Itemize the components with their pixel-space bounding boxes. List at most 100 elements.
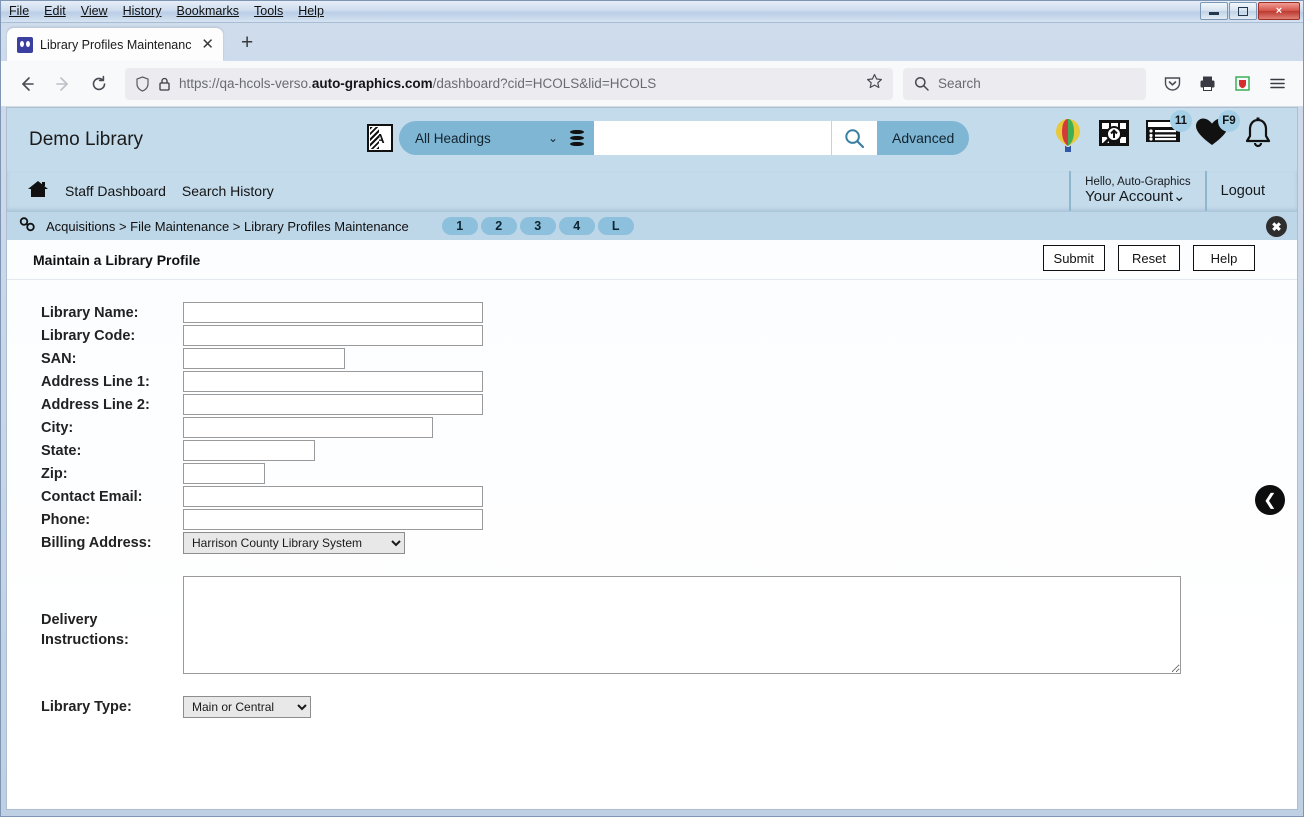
tab-library-profiles-maintenance[interactable]: Library Profiles Maintenance | H ✕: [7, 28, 223, 61]
billing-address-select[interactable]: Harrison County Library System: [183, 532, 405, 554]
your-account-link[interactable]: Your Account⌄: [1085, 188, 1190, 206]
nav-staff-dashboard[interactable]: Staff Dashboard: [65, 183, 166, 199]
breadcrumb[interactable]: Acquisitions > File Maintenance > Librar…: [46, 219, 409, 234]
list-badge: 11: [1170, 110, 1192, 132]
balloon-icon[interactable]: [1053, 117, 1083, 162]
billing-address-label: Billing Address:: [41, 535, 152, 551]
url-text: https://qa-hcols-verso.auto-graphics.com…: [179, 76, 858, 91]
city-input[interactable]: [183, 417, 433, 438]
step-pill-1[interactable]: 1: [441, 217, 478, 235]
step-pill-3[interactable]: 3: [519, 217, 556, 235]
bookmark-star-icon[interactable]: [866, 73, 883, 95]
heart-icon[interactable]: F9: [1195, 110, 1240, 152]
map-search-icon[interactable]: [1097, 117, 1131, 156]
print-button[interactable]: [1191, 68, 1223, 100]
address-line-2-input[interactable]: [183, 394, 483, 415]
step-pill-2[interactable]: 2: [480, 217, 517, 235]
logout-button[interactable]: Logout: [1204, 171, 1273, 211]
book-icon-letter: A: [375, 130, 385, 146]
menu-bookmarks[interactable]: Bookmarks: [176, 5, 239, 18]
submit-button[interactable]: Submit: [1042, 245, 1105, 271]
url-suffix: /dashboard?cid=HCOLS&lid=HCOLS: [432, 76, 657, 91]
navigation-toolbar: https://qa-hcols-verso.auto-graphics.com…: [1, 61, 1303, 107]
page-action-buttons: Submit Reset Help: [1042, 245, 1255, 271]
contact-email-input[interactable]: [183, 486, 483, 507]
menu-file-label: File: [9, 4, 30, 19]
zip-input[interactable]: [183, 463, 265, 484]
browser-search-box[interactable]: Search: [903, 67, 1146, 100]
step-pill-4[interactable]: 4: [558, 217, 595, 235]
menu-view[interactable]: View: [81, 5, 108, 18]
library-code-input[interactable]: [183, 325, 483, 346]
account-menu[interactable]: Hello, Auto-Graphics Your Account⌄: [1069, 171, 1204, 211]
menu-bar: File Edit View History Bookmarks Tools H…: [1, 5, 324, 18]
library-type-select[interactable]: Main or Central: [183, 696, 311, 718]
forward-button[interactable]: [47, 68, 79, 100]
toolbar-icons: [1156, 68, 1293, 100]
menu-file[interactable]: File: [9, 5, 29, 18]
app-header: Demo Library A All Headings ⌄ Advanced 1…: [7, 108, 1297, 171]
breadcrumb-bar: Acquisitions > File Maintenance > Librar…: [7, 211, 1297, 240]
advanced-search-button[interactable]: Advanced: [877, 121, 970, 155]
menu-tools[interactable]: Tools: [254, 5, 283, 18]
restore-button[interactable]: [1229, 2, 1257, 20]
state-label: State:: [41, 442, 82, 459]
menu-bookmarks-label: Bookmarks: [176, 4, 240, 19]
reload-button[interactable]: [83, 68, 115, 100]
url-bar[interactable]: https://qa-hcols-verso.auto-graphics.com…: [125, 67, 893, 100]
shield-icon: [136, 75, 149, 92]
catalog-search-input[interactable]: [594, 121, 831, 155]
menu-edit[interactable]: Edit: [44, 5, 66, 18]
phone-input[interactable]: [183, 509, 483, 530]
database-icon[interactable]: [570, 130, 584, 146]
back-button[interactable]: [11, 68, 43, 100]
address-line-2-label: Address Line 2:: [41, 396, 150, 413]
catalog-search-submit[interactable]: [831, 121, 877, 155]
header-icon-group: 11 F9: [1053, 110, 1273, 162]
forward-arrow-icon: [56, 76, 68, 91]
library-favicon-icon: [17, 36, 33, 53]
library-profile-form: Library Name: Library Code: SAN: Address…: [7, 280, 1297, 808]
menu-history[interactable]: History: [123, 5, 162, 18]
new-tab-button[interactable]: +: [241, 32, 253, 53]
library-name-input[interactable]: [183, 302, 483, 323]
step-pill-l[interactable]: L: [597, 217, 634, 235]
bell-icon[interactable]: [1243, 117, 1273, 154]
nav-search-history[interactable]: Search History: [182, 183, 274, 199]
book-search-icon[interactable]: A: [367, 124, 393, 152]
close-icon[interactable]: ✖: [1266, 216, 1287, 237]
app-menu-button[interactable]: [1261, 68, 1293, 100]
list-icon[interactable]: 11: [1145, 110, 1192, 150]
minimize-button[interactable]: [1200, 2, 1228, 20]
tab-close-icon[interactable]: ✕: [199, 37, 216, 52]
step-pills: 1 2 3 4 L: [441, 217, 634, 235]
address-line-1-input[interactable]: [183, 371, 483, 392]
library-name-label: Library Name:: [41, 304, 139, 321]
page-title: Maintain a Library Profile: [33, 251, 201, 268]
catalog-search-cluster: A All Headings ⌄ Advanced: [367, 121, 970, 155]
field-row-library-type: Library Type: Main or Central: [7, 696, 1297, 718]
extension-button[interactable]: [1226, 68, 1258, 100]
account-greeting: Hello, Auto-Graphics: [1085, 175, 1191, 188]
home-icon[interactable]: [27, 179, 49, 204]
state-input[interactable]: [183, 440, 315, 461]
search-scope-select[interactable]: All Headings ⌄: [399, 121, 594, 155]
close-window-button[interactable]: ×: [1258, 2, 1300, 20]
account-block: Hello, Auto-Graphics Your Account⌄ Logou…: [1069, 171, 1273, 211]
san-input[interactable]: [183, 348, 345, 369]
close-icon: ×: [1275, 5, 1283, 17]
address-line-1-label: Address Line 1:: [41, 373, 150, 390]
extension-icon: [1234, 76, 1250, 91]
field-row-city: City:: [7, 417, 1297, 438]
field-row-contact-email: Contact Email:: [7, 486, 1297, 507]
page-viewport: Demo Library A All Headings ⌄ Advanced 1…: [6, 107, 1298, 810]
menu-view-label: View: [80, 4, 108, 19]
reset-button[interactable]: Reset: [1118, 245, 1180, 271]
help-button[interactable]: Help: [1193, 245, 1255, 271]
delivery-instructions-textarea[interactable]: [183, 576, 1181, 674]
menu-help[interactable]: Help: [298, 5, 324, 18]
chevron-left-icon[interactable]: ❮: [1255, 485, 1285, 515]
title-bar: File Edit View History Bookmarks Tools H…: [1, 1, 1303, 23]
pocket-button[interactable]: [1156, 68, 1188, 100]
phone-label: Phone:: [41, 511, 91, 528]
